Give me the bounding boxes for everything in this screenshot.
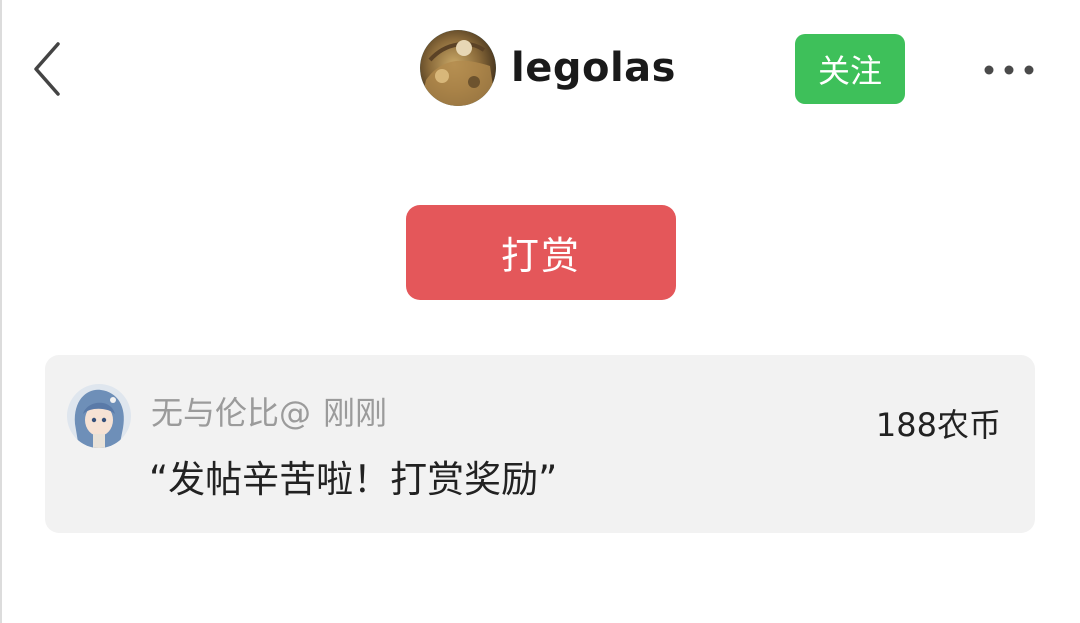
sender-avatar[interactable] [67, 384, 131, 448]
screen-edge [0, 0, 2, 623]
back-icon[interactable] [24, 36, 72, 100]
reward-amount: 188农币 [875, 406, 1001, 444]
record-time: 刚刚 [323, 394, 388, 432]
follow-button[interactable]: 关注 [795, 34, 905, 104]
author-username[interactable]: legolas [511, 45, 676, 91]
author-avatar[interactable] [420, 30, 496, 106]
sender-name[interactable]: 无与伦比@ [151, 394, 311, 432]
reward-button[interactable]: 打赏 [406, 205, 676, 300]
post-author[interactable]: legolas [420, 30, 676, 106]
reward-message: “发帖辛苦啦！打赏奖励” [149, 458, 558, 501]
reward-page: legolas 关注 打赏 无与伦比@ 刚刚 188农币 “发帖辛苦啦！打赏奖励… [0, 0, 1080, 623]
reward-record-card: 无与伦比@ 刚刚 188农币 “发帖辛苦啦！打赏奖励” [45, 355, 1035, 533]
record-sender-line: 无与伦比@ 刚刚 [151, 388, 387, 434]
more-dots-icon[interactable] [976, 50, 1042, 90]
